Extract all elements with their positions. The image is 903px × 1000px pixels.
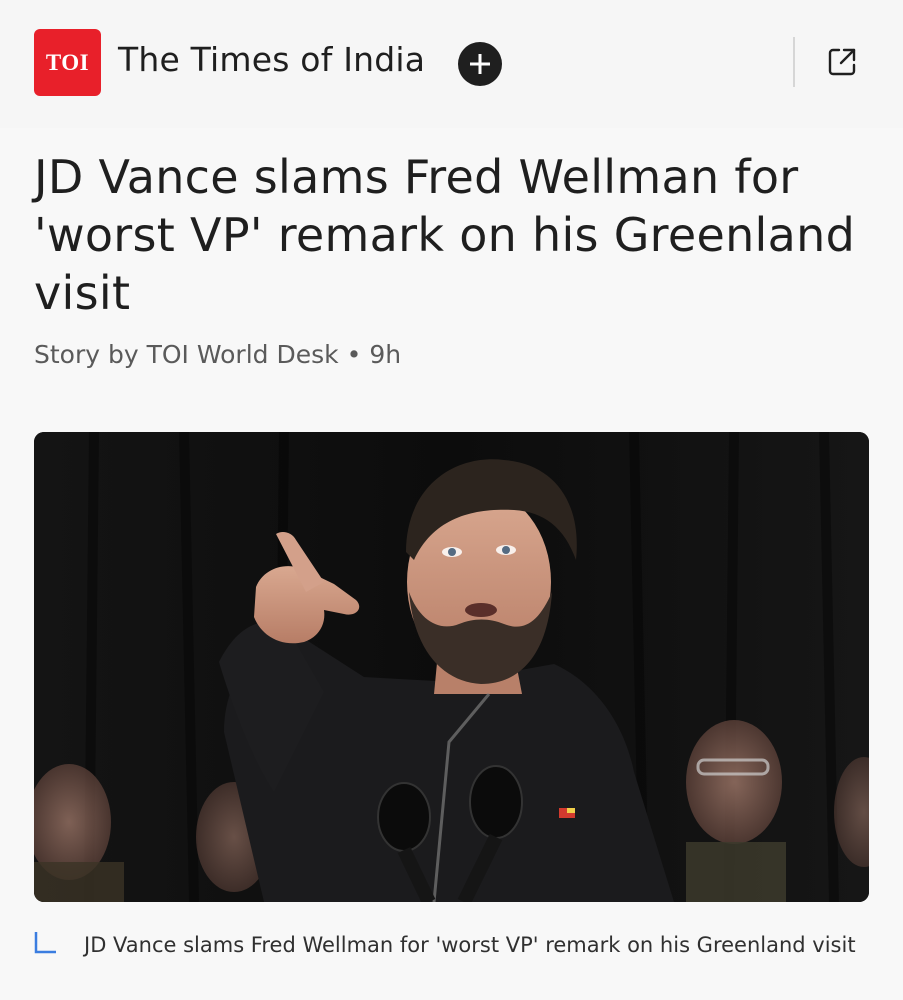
external-link-icon [828,48,856,76]
image-caption: JD Vance slams Fred Wellman for 'worst V… [84,933,856,957]
publisher-logo[interactable]: TOI [34,29,101,96]
open-external-button[interactable] [824,44,860,80]
hero-photo [34,432,869,902]
plus-icon [470,54,490,74]
top-bar: TOI The Times of India [0,0,903,128]
byline-separator: • [346,340,362,369]
byline-author[interactable]: Story by TOI World Desk [34,340,339,369]
byline: Story by TOI World Desk • 9h [34,340,401,369]
publisher-name[interactable]: The Times of India [118,40,425,79]
header-divider [793,37,795,87]
caption-corner-icon [34,932,56,954]
follow-button[interactable] [458,42,502,86]
byline-age: 9h [369,340,402,369]
logo-text: TOI [45,49,90,75]
article-hero-image[interactable] [34,432,869,902]
article-headline: JD Vance slams Fred Wellman for 'worst V… [34,150,856,320]
